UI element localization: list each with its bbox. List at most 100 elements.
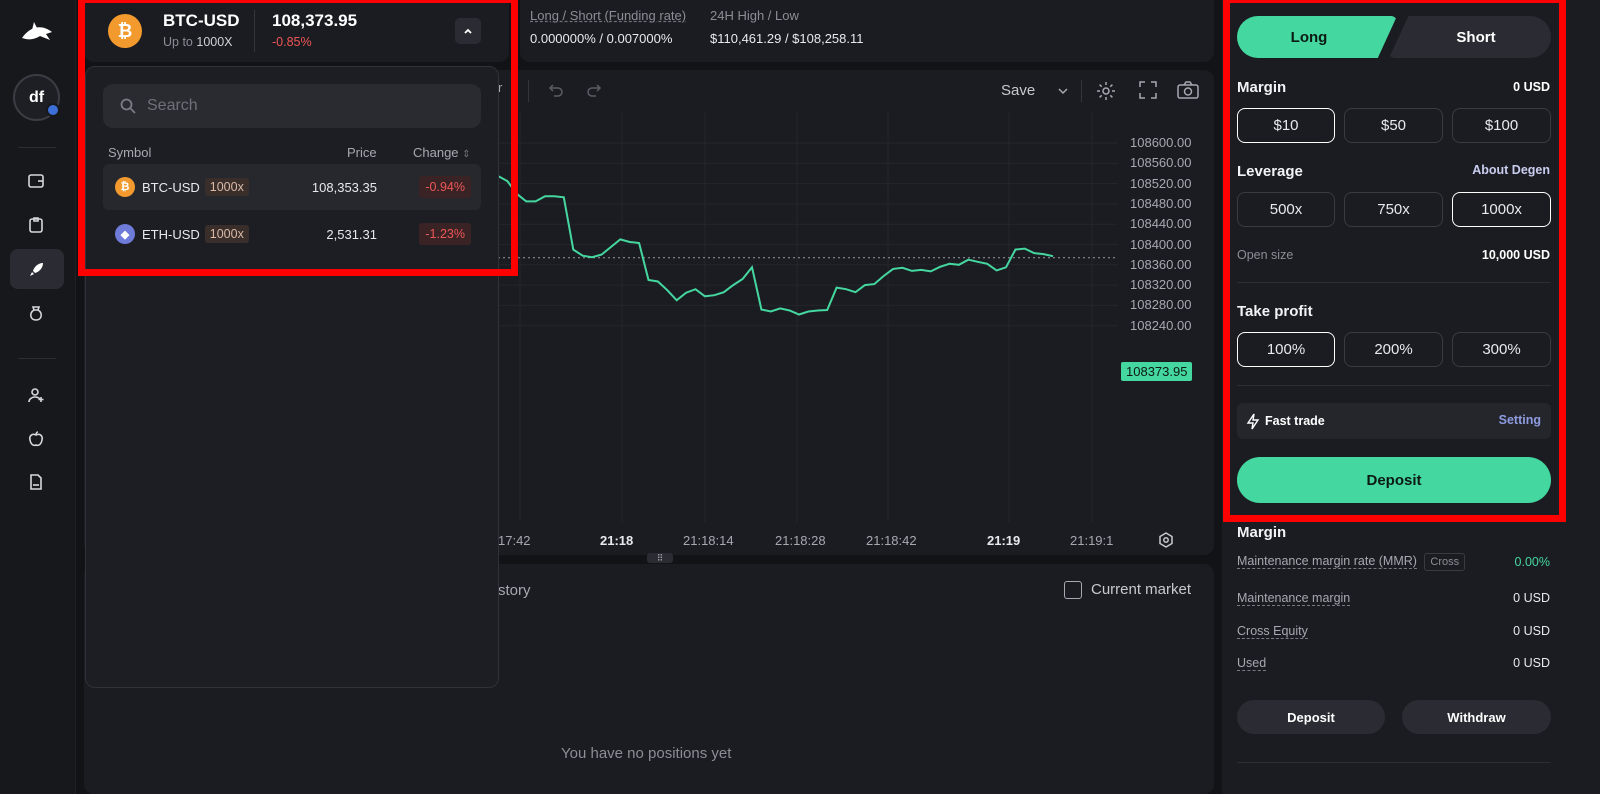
margin-value: 0 USD: [1470, 80, 1550, 94]
ticker-change: -0.85%: [272, 35, 312, 49]
y-tick-label: 108360.00: [1130, 256, 1192, 272]
search-input[interactable]: Search: [103, 84, 481, 128]
funding-label: Long / Short (Funding rate): [530, 8, 687, 23]
price-series-line: [498, 175, 1054, 316]
empty-positions-text: You have no positions yet: [561, 745, 732, 762]
leverage-option[interactable]: 500x: [1237, 192, 1335, 227]
status-badge: [46, 103, 60, 117]
avatar-initials: df: [28, 88, 45, 106]
chevron-down-icon[interactable]: [1057, 84, 1069, 99]
left-sidebar: df: [0, 0, 76, 794]
save-label: Save: [1001, 82, 1036, 99]
column-change-label: Change: [413, 145, 459, 160]
margin-option[interactable]: $100: [1452, 108, 1551, 143]
short-tab[interactable]: Short: [1389, 16, 1551, 58]
apple-icon[interactable]: [21, 424, 51, 454]
open-size-label: Open size: [1237, 248, 1294, 262]
funding-value: 0.000000% / 0.007000%: [530, 31, 673, 46]
y-tick-label: 108600.00: [1130, 135, 1192, 150]
ticker-selector[interactable]: ₿ BTC-USD Up to 1000X 108,373.95 -0.85%: [84, 0, 509, 62]
row-leverage: 1000x: [204, 178, 249, 196]
deposit-label: Deposit: [1366, 471, 1422, 489]
camera-icon[interactable]: [1176, 80, 1200, 103]
withdraw-button[interactable]: Withdraw: [1402, 700, 1551, 734]
settings-icon[interactable]: [1095, 80, 1117, 105]
current-price-label: 108373.95: [1126, 364, 1188, 379]
timezone-icon[interactable]: [1157, 531, 1175, 552]
search-placeholder: Search: [147, 97, 198, 114]
about-degen-link[interactable]: About Degen: [1460, 163, 1550, 177]
current-market-checkbox[interactable]: [1064, 581, 1082, 599]
leverage-option[interactable]: 750x: [1344, 192, 1443, 227]
row-change: -1.23%: [419, 223, 471, 245]
collapse-button[interactable]: [455, 18, 481, 44]
setting-link[interactable]: Setting: [1499, 413, 1541, 427]
bitcoin-icon: ₿: [108, 14, 142, 48]
column-price: Price: [347, 145, 377, 160]
fullscreen-icon[interactable]: [1138, 80, 1158, 103]
wallet-icon[interactable]: [21, 166, 51, 196]
fast-trade-label: Fast trade: [1265, 414, 1325, 428]
logo-icon[interactable]: [20, 18, 54, 46]
ticker-symbol: BTC-USD: [163, 11, 240, 30]
x-tick-label: 21:18:28: [775, 533, 826, 548]
row-symbol: BTC-USD: [142, 179, 200, 195]
x-tick-label: 21:19:1: [1070, 533, 1114, 548]
leverage-title: Leverage: [1237, 163, 1303, 180]
y-tick-label: 108440.00: [1130, 216, 1192, 232]
bitcoin-icon: ₿: [115, 177, 135, 197]
sort-icon: ⇕: [462, 149, 471, 160]
take-profit-option[interactable]: 200%: [1344, 332, 1443, 367]
margin-option[interactable]: $10: [1237, 108, 1335, 143]
tab-history[interactable]: story: [498, 582, 531, 599]
price-chart[interactable]: [498, 112, 1118, 522]
search-icon: [120, 98, 136, 114]
about-label: About Degen: [1472, 163, 1550, 177]
bag-icon[interactable]: [21, 298, 51, 328]
range-label: 24H High / Low: [710, 8, 799, 23]
y-tick-label: 108400.00: [1130, 236, 1192, 252]
row-change: -0.94%: [419, 176, 471, 198]
list-item[interactable]: ₿ BTC-USD 1000x 108,353.35 -0.94%: [103, 164, 481, 210]
margin-option[interactable]: $50: [1344, 108, 1443, 143]
undo-icon[interactable]: [546, 82, 564, 101]
ethereum-icon: ◆: [115, 224, 135, 244]
ticker-stats: Long / Short (Funding rate) 0.000000% / …: [520, 0, 1214, 62]
redo-icon[interactable]: [586, 82, 604, 101]
column-change[interactable]: Change ⇕: [413, 145, 471, 160]
range-value: $110,461.29 / $108,258.11: [710, 31, 864, 46]
list-item[interactable]: ◆ ETH-USD 1000x 2,531.31 -1.23%: [103, 211, 481, 257]
current-price-tag: 108373.95: [1121, 362, 1193, 381]
leverage-option[interactable]: 1000x: [1452, 192, 1551, 227]
current-market-label[interactable]: Current market: [1091, 581, 1191, 598]
row-symbol: ETH-USD: [142, 226, 200, 242]
save-button[interactable]: Save: [1001, 82, 1035, 99]
take-profit-option[interactable]: 100%: [1237, 332, 1335, 367]
add-user-icon[interactable]: [21, 380, 51, 410]
long-tab[interactable]: Long: [1237, 16, 1397, 58]
avatar[interactable]: df: [13, 74, 60, 121]
rocket-icon[interactable]: [10, 249, 64, 289]
x-tick-label: 17:42: [498, 533, 531, 548]
account-deposit-button[interactable]: Deposit: [1237, 700, 1385, 734]
clipboard-icon[interactable]: [21, 210, 51, 240]
used-value: 0 USD: [1513, 656, 1550, 670]
x-tick-label: 21:19: [987, 533, 1021, 548]
y-tick-label: 108560.00: [1130, 155, 1192, 171]
take-profit-title: Take profit: [1237, 303, 1313, 320]
document-icon[interactable]: [21, 467, 51, 497]
mm-value: 0 USD: [1513, 591, 1550, 605]
take-profit-option[interactable]: 300%: [1452, 332, 1551, 367]
row-leverage: 1000x: [204, 225, 249, 243]
deposit-button[interactable]: Deposit: [1237, 457, 1551, 503]
mmr-value: 0.00%: [1514, 555, 1550, 569]
fast-trade-row[interactable]: Fast trade Setting: [1237, 403, 1551, 439]
x-tick-label: 21:18:42: [866, 533, 917, 548]
leverage-max: 1000X: [196, 35, 233, 49]
equity-value: 0 USD: [1513, 624, 1550, 638]
ticker-price: 108,373.95: [272, 11, 358, 30]
resize-handle[interactable]: ⠿: [647, 553, 673, 563]
leverage-hint: Up to 1000X: [163, 35, 233, 49]
y-tick-label: 108240.00: [1130, 317, 1192, 333]
mm-label: Maintenance margin: [1237, 591, 1351, 606]
